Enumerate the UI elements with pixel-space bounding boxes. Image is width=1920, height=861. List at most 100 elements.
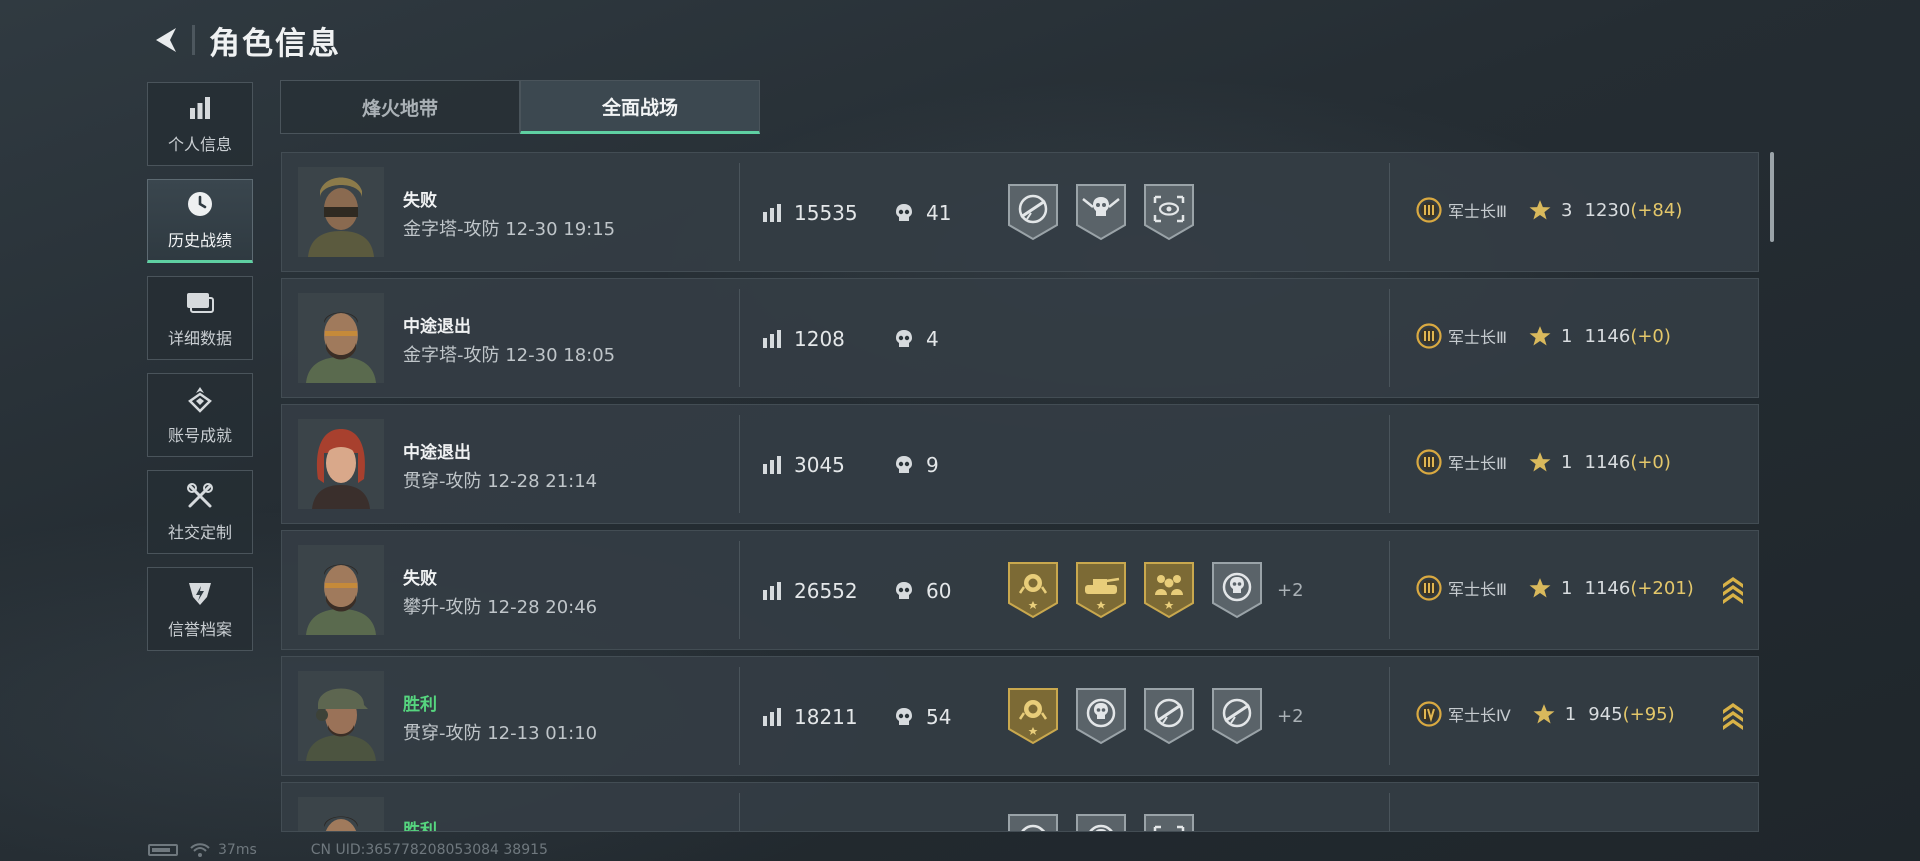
ping-value: 37ms	[218, 842, 257, 858]
weapon-medal-icon[interactable]	[1007, 183, 1059, 241]
tab-full-battlefield[interactable]: 全面战场	[520, 80, 760, 134]
sidebar-item-label: 信誉档案	[167, 620, 232, 639]
row-divider	[1389, 163, 1390, 261]
medal-list: +2	[1007, 687, 1304, 745]
star-count: 3	[1561, 199, 1573, 221]
match-row[interactable]: 中途退出 贯穿-攻防 12-28 21:14 3045 9 军士长Ⅲ 1 114…	[281, 404, 1759, 524]
list-scrollbar[interactable]	[1770, 152, 1774, 242]
gold-tank-medal-icon[interactable]	[1075, 561, 1127, 619]
kills-value: 54	[926, 705, 952, 729]
score-icon	[762, 329, 782, 349]
rank-info: 军士长Ⅲ 1 1146 (+201)	[1416, 575, 1694, 601]
sidebar-item-social[interactable]: 社交定制	[147, 470, 253, 554]
row-divider	[1389, 667, 1390, 765]
rank-info: 军士长Ⅲ 1 1146 (+0)	[1416, 323, 1671, 349]
operator-avatar	[298, 545, 384, 635]
skull-icon	[894, 329, 914, 349]
rank-iv-icon	[1416, 701, 1442, 727]
skull-medal-icon[interactable]	[1211, 561, 1263, 619]
rank-name: 军士长Ⅲ	[1448, 328, 1508, 347]
star-icon	[1533, 703, 1555, 725]
match-row[interactable]: 胜利 贯穿-攻防 12-13 01:10 18211 54 +2 军士长Ⅳ 1 …	[281, 656, 1759, 776]
rank-name: 军士长Ⅳ	[1448, 706, 1511, 725]
skull-medal-icon[interactable]	[1075, 183, 1127, 241]
match-result: 中途退出	[403, 317, 471, 337]
sidebar-item-achievement[interactable]: 账号成就	[147, 373, 253, 457]
medal-list	[1007, 813, 1211, 832]
rank-points: 1230	[1584, 199, 1631, 221]
shield-icon	[185, 578, 215, 608]
rank-points: 1146	[1584, 325, 1631, 347]
achievement-icon	[185, 384, 215, 414]
sidebar-item-personal-info[interactable]: 个人信息	[147, 82, 253, 166]
sidebar-item-reputation[interactable]: 信誉档案	[147, 567, 253, 651]
match-row[interactable]: 失败 金字塔-攻防 12-30 19:15 15535 41 军士长Ⅲ 3 12…	[281, 152, 1759, 272]
match-map-time: 贯穿-攻防 12-28 21:14	[403, 471, 598, 492]
back-arrow-icon[interactable]	[150, 24, 182, 56]
eye-medal-icon[interactable]	[1143, 183, 1195, 241]
rank-name: 军士长Ⅲ	[1448, 454, 1508, 473]
row-divider	[1389, 793, 1390, 831]
sidebar-item-label: 详细数据	[167, 329, 232, 348]
sidebar-item-label: 历史战绩	[167, 231, 232, 250]
score-value: 3045	[794, 453, 845, 477]
score-value: 18211	[794, 705, 858, 729]
sidebar-item-label: 社交定制	[167, 523, 232, 542]
rank-points-delta: (+201)	[1630, 577, 1694, 599]
score-icon	[762, 707, 782, 727]
gold-rose-medal-icon[interactable]	[1007, 561, 1059, 619]
rank-points: 1146	[1584, 577, 1631, 599]
sidebar-item-detail-data[interactable]: 详细数据	[147, 276, 253, 360]
match-score: 1208	[762, 327, 845, 351]
match-kills: 9	[894, 453, 939, 477]
more-medals-count[interactable]: +2	[1277, 706, 1304, 727]
rank-points: 1146	[1584, 451, 1631, 473]
gold-squad-medal-icon[interactable]	[1143, 561, 1195, 619]
row-divider	[1389, 415, 1390, 513]
gold-rose-medal-icon[interactable]	[1007, 687, 1059, 745]
match-map-time: 攀升-攻防 12-28 20:46	[403, 597, 598, 618]
clock-icon	[185, 189, 215, 219]
match-score: 3045	[762, 453, 845, 477]
silver-medal-icon[interactable]	[1007, 813, 1059, 832]
weapon-medal-icon[interactable]	[1143, 687, 1195, 745]
skull-medal-icon[interactable]	[1075, 687, 1127, 745]
silver-medal-icon[interactable]	[1075, 813, 1127, 832]
match-row[interactable]: 胜利	[281, 782, 1759, 832]
kills-value: 41	[926, 201, 952, 225]
score-icon	[762, 455, 782, 475]
sidebar-item-label: 个人信息	[167, 135, 232, 154]
rank-points: 945	[1588, 703, 1623, 725]
wifi-icon	[190, 843, 210, 857]
silver-medal-icon[interactable]	[1143, 813, 1195, 832]
match-row[interactable]: 中途退出 金字塔-攻防 12-30 18:05 1208 4 军士长Ⅲ 1 11…	[281, 278, 1759, 398]
match-kills: 4	[894, 327, 939, 351]
tools-icon	[185, 481, 215, 511]
star-count: 1	[1561, 451, 1573, 473]
medal-list	[1007, 183, 1211, 241]
match-result: 失败	[403, 191, 437, 211]
match-map-time: 金字塔-攻防 12-30 18:05	[403, 345, 616, 366]
mode-tabs: 烽火地带 全面战场	[280, 80, 760, 134]
rank-name: 军士长Ⅲ	[1448, 580, 1508, 599]
skull-icon	[894, 581, 914, 601]
kills-value: 60	[926, 579, 952, 603]
rank-points-delta: (+0)	[1630, 451, 1671, 473]
rank-info: 军士长Ⅳ 1 945 (+95)	[1416, 701, 1675, 727]
skull-icon	[894, 455, 914, 475]
score-icon	[762, 203, 782, 223]
rank-up-chevron-icon	[1722, 575, 1744, 605]
sidebar-item-history[interactable]: 历史战绩	[147, 179, 253, 263]
bar-chart-icon	[185, 93, 215, 123]
row-divider	[739, 541, 740, 639]
tab-extraction[interactable]: 烽火地带	[280, 80, 520, 134]
kills-value: 9	[926, 453, 939, 477]
rank-points-delta: (+0)	[1630, 325, 1671, 347]
match-row[interactable]: 失败 攀升-攻防 12-28 20:46 26552 60 +2 军士长Ⅲ 1 …	[281, 530, 1759, 650]
more-medals-count[interactable]: +2	[1277, 580, 1304, 601]
operator-avatar	[298, 797, 384, 831]
rank-iii-icon	[1416, 197, 1442, 223]
star-icon	[1529, 199, 1551, 221]
weapon-medal-icon[interactable]	[1211, 687, 1263, 745]
sidebar-item-label: 账号成就	[167, 426, 232, 445]
